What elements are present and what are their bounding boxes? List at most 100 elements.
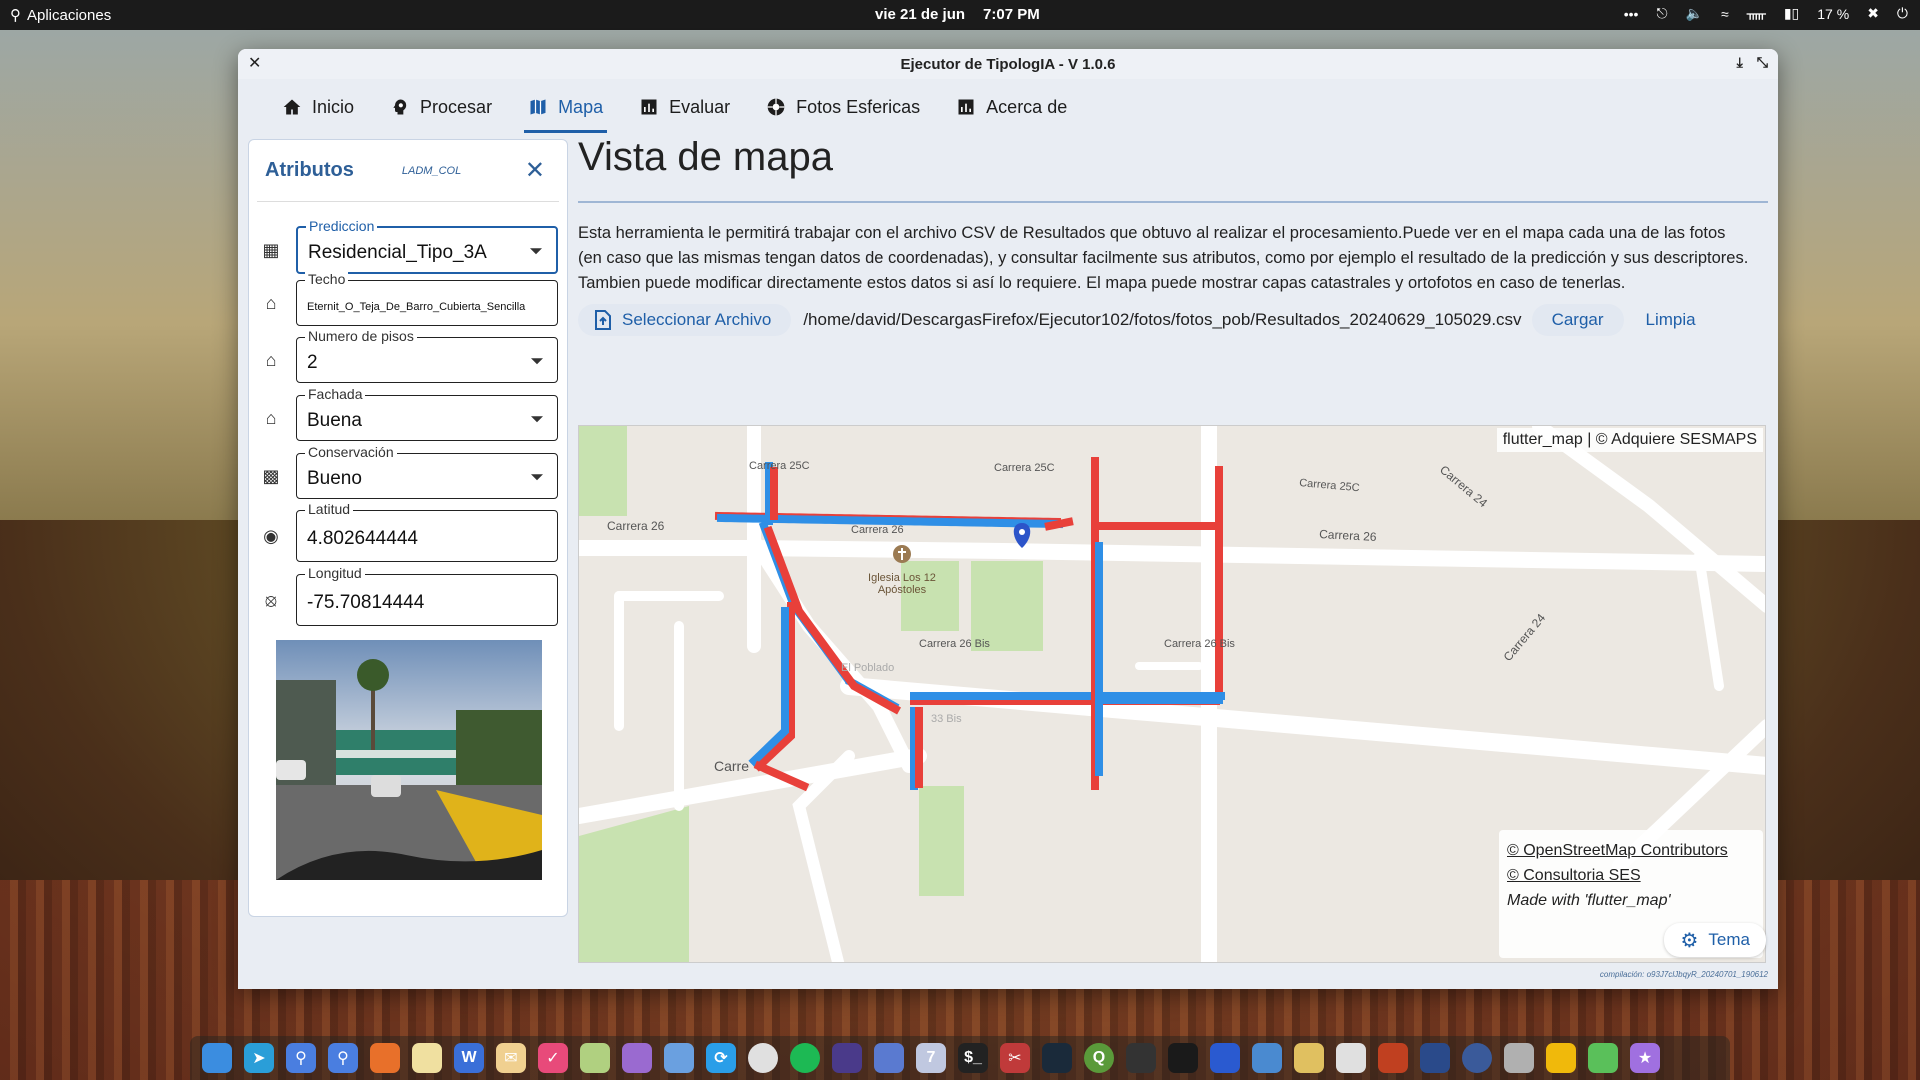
map-view[interactable]: Carrera 25C Carrera 25C Carrera 25C Carr…	[578, 425, 1766, 963]
street-label: Carrera 25C	[1299, 477, 1360, 494]
roof-icon: ⌂	[265, 292, 277, 313]
chevron-down-icon	[530, 248, 542, 255]
pisos-dropdown[interactable]: Numero de pisos 2	[296, 328, 558, 383]
mail-icon[interactable]: ✉	[496, 1043, 526, 1073]
book-app-icon[interactable]	[1378, 1043, 1408, 1073]
page-title: Vista de mapa	[578, 135, 833, 179]
street-label: Carrera 24	[1501, 611, 1549, 664]
tab-evaluar[interactable]: Evaluar	[621, 79, 748, 135]
binance-icon[interactable]	[1546, 1043, 1576, 1073]
search-app-icon[interactable]: ⚲	[286, 1043, 316, 1073]
street-label: El Poblado	[841, 662, 894, 674]
firefox-icon[interactable]	[370, 1043, 400, 1073]
clear-button[interactable]: Limpia	[1646, 310, 1696, 330]
minimize-icon[interactable]: ⤓	[1737, 54, 1743, 71]
battery-icon[interactable]: ▮▯	[1784, 5, 1799, 22]
techo-label: Techo	[305, 271, 349, 287]
applications-label: Aplicaciones	[27, 6, 112, 24]
clock[interactable]: vie 21 de jun 7:07 PM	[875, 6, 1040, 23]
starred-app-icon[interactable]: ★	[1630, 1043, 1660, 1073]
date-label: vie 21 de jun	[875, 6, 966, 23]
tab-mapa[interactable]: Mapa	[510, 79, 621, 135]
street-label: Carrera 26	[607, 519, 665, 533]
monitor-app-icon[interactable]	[1042, 1043, 1072, 1073]
bluetooth-icon[interactable]: ᚅ	[1747, 5, 1766, 22]
load-button[interactable]: Cargar	[1531, 304, 1624, 336]
image-viewer-icon[interactable]	[622, 1043, 652, 1073]
select-file-button[interactable]: Seleccionar Archivo	[578, 304, 792, 336]
techo-field[interactable]: Techo Eternit_O_Teja_De_Barro_Cubierta_S…	[296, 271, 558, 326]
sync-icon[interactable]: ⟳	[706, 1043, 736, 1073]
do-not-disturb-icon[interactable]: ✖	[1867, 5, 1879, 22]
tab-fotos-esfericas[interactable]: Fotos Esfericas	[748, 79, 938, 135]
prediccion-dropdown[interactable]: Prediccion Residencial_Tipo_3A	[296, 218, 558, 274]
consultoria-ses-link[interactable]: © Consultoria SES	[1507, 863, 1755, 888]
screenshot-icon[interactable]	[1504, 1043, 1534, 1073]
inkscape-icon[interactable]	[1168, 1043, 1198, 1073]
video-app-icon[interactable]	[874, 1043, 904, 1073]
applications-menu[interactable]: ⚲ Aplicaciones	[10, 6, 112, 25]
notifications-off-icon[interactable]: ⎋	[1656, 5, 1667, 22]
toggle-app-icon[interactable]	[664, 1043, 694, 1073]
tab-inicio[interactable]: Inicio	[264, 79, 372, 135]
audio-app-icon[interactable]	[1210, 1043, 1240, 1073]
writer-icon[interactable]: W	[454, 1043, 484, 1073]
scissors-icon[interactable]: ✂	[1000, 1043, 1030, 1073]
gear-icon: ⚙	[1680, 929, 1699, 952]
notes-icon[interactable]	[412, 1043, 442, 1073]
longitud-label: Longitud	[305, 565, 365, 581]
tab-procesar[interactable]: Procesar	[372, 79, 510, 135]
chrome-icon[interactable]	[748, 1043, 778, 1073]
android-icon[interactable]	[1588, 1043, 1618, 1073]
vlc-icon[interactable]	[1336, 1043, 1366, 1073]
house-outline-icon: ⌂	[265, 407, 277, 428]
street-label: Carre	[714, 758, 749, 774]
maps-app-icon[interactable]	[1294, 1043, 1324, 1073]
street-label: Carrera 26	[851, 524, 904, 536]
app-window: ✕ Ejecutor de TipologIA - V 1.0.6 ⤓ ⤡ In…	[238, 49, 1778, 989]
close-icon[interactable]: ✕	[525, 156, 545, 185]
tab-label: Procesar	[420, 96, 493, 117]
title-divider	[578, 201, 1768, 203]
window-controls: ⤓ ⤡	[1737, 54, 1768, 71]
spreadsheet-icon[interactable]	[580, 1043, 610, 1073]
volume-icon[interactable]: 🔈	[1686, 5, 1703, 22]
power-icon[interactable]: ⏻	[1897, 5, 1908, 22]
wifi-icon[interactable]: ≈	[1721, 6, 1729, 22]
latitud-input[interactable]: Latitud 4.802644444	[296, 501, 558, 562]
tab-label: Mapa	[558, 96, 604, 117]
close-window-icon[interactable]: ✕	[248, 53, 261, 73]
finder-icon[interactable]: ⚲	[328, 1043, 358, 1073]
conservacion-dropdown[interactable]: Conservación Bueno	[296, 444, 558, 499]
qgis-icon[interactable]: Q	[1084, 1043, 1114, 1073]
files-app-icon[interactable]	[202, 1043, 232, 1073]
file-upload-icon	[595, 310, 611, 330]
fachada-dropdown[interactable]: Fachada Buena	[296, 386, 558, 441]
spotify-icon[interactable]	[790, 1043, 820, 1073]
main-content: Vista de mapa Esta herramienta le permit…	[578, 135, 1768, 963]
tab-acerca-de[interactable]: Acerca de	[938, 79, 1085, 135]
grid-app-icon[interactable]	[1420, 1043, 1450, 1073]
vscode-icon[interactable]	[1252, 1043, 1282, 1073]
longitud-input[interactable]: Longitud -75.70814444	[296, 565, 558, 626]
poi-label: Iglesia Los 12	[868, 572, 936, 584]
attributes-title: Atributos	[265, 159, 354, 181]
gimp-icon[interactable]	[1126, 1043, 1156, 1073]
home-icon	[283, 99, 301, 115]
attributes-subtitle: LADM_COL	[401, 164, 462, 177]
theme-button[interactable]: ⚙ Tema	[1664, 923, 1766, 957]
theme-label: Tema	[1708, 930, 1750, 949]
tasks-icon[interactable]: ✓	[538, 1043, 568, 1073]
calendar-icon[interactable]: 7	[916, 1043, 946, 1073]
osm-contributors-link[interactable]: © OpenStreetMap Contributors	[1507, 838, 1755, 863]
latitud-value: 4.802644444	[307, 528, 418, 549]
more-icon[interactable]: •••	[1624, 6, 1639, 22]
terminal-app-icon[interactable]	[832, 1043, 862, 1073]
console-icon[interactable]: $_	[958, 1043, 988, 1073]
window-title: Ejecutor de TipologIA - V 1.0.6	[900, 55, 1116, 73]
latitud-label: Latitud	[305, 501, 354, 517]
maximize-icon[interactable]: ⤡	[1757, 54, 1768, 71]
main-tabs: Inicio Procesar Mapa Evaluar Fotos Esfer…	[238, 79, 1778, 135]
telegram-icon[interactable]: ➤	[244, 1043, 274, 1073]
gauge-icon[interactable]	[1462, 1043, 1492, 1073]
